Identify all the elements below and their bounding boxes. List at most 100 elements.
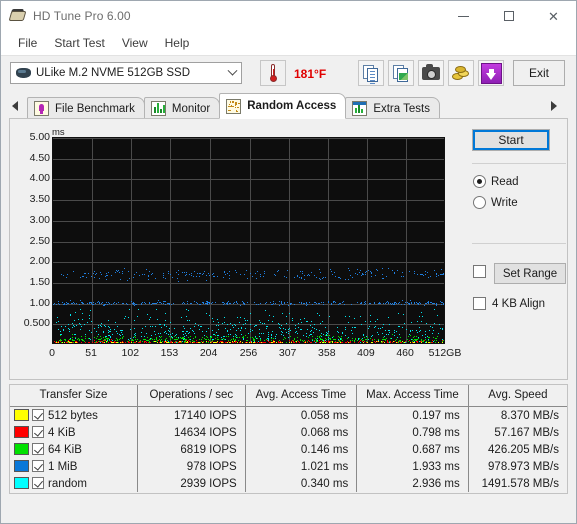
- chart-data-point: [319, 340, 321, 342]
- chart-data-point: [192, 276, 194, 278]
- cell-transfer-size[interactable]: 4 KiB: [10, 424, 137, 441]
- chart-data-point: [331, 341, 333, 343]
- chart-data-point: [163, 276, 165, 278]
- table-row[interactable]: 512 bytes 17140 IOPS 0.058 ms 0.197 ms 8.370…: [10, 406, 567, 425]
- chart-data-point: [442, 343, 443, 344]
- chart-data-point: [92, 272, 94, 274]
- chart-data-point: [229, 270, 231, 272]
- maximize-button[interactable]: [486, 1, 531, 31]
- set-range-checkbox[interactable]: [473, 265, 492, 278]
- tab-scroll-left-button[interactable]: [8, 97, 22, 115]
- temperature-button[interactable]: [260, 60, 286, 86]
- chart-data-point: [348, 343, 349, 344]
- cell-transfer-size[interactable]: random: [10, 475, 137, 492]
- screenshot-button[interactable]: [418, 60, 444, 86]
- tab-extra-tests[interactable]: Extra Tests: [345, 97, 440, 119]
- chart-data-point: [148, 339, 150, 341]
- download-button[interactable]: [478, 60, 504, 86]
- start-button[interactable]: Start: [472, 129, 550, 151]
- set-range-button[interactable]: Set Range: [494, 263, 566, 284]
- minimize-button[interactable]: [441, 1, 486, 31]
- chart-data-point: [217, 338, 219, 340]
- chart-data-point: [283, 302, 285, 304]
- chart-data-point: [283, 275, 285, 277]
- menu-item-file[interactable]: File: [10, 33, 45, 53]
- chart-data-point: [203, 302, 205, 304]
- chart-data-point: [288, 337, 290, 339]
- chart-data-point: [421, 343, 422, 344]
- coins-button[interactable]: [448, 60, 474, 86]
- chart-data-point: [248, 343, 249, 344]
- chart-data-point: [324, 276, 326, 278]
- chart-data-point: [423, 340, 424, 342]
- chart-data-point: [226, 324, 228, 325]
- chart-data-point: [156, 302, 158, 304]
- chart-data-point: [190, 335, 192, 337]
- chart-data-point: [322, 277, 324, 279]
- chart-data-point: [381, 341, 383, 343]
- table-row[interactable]: 1 MiB 978 IOPS 1.021 ms 1.933 ms 978.973 MB/…: [10, 458, 567, 475]
- chart-data-point: [344, 278, 346, 280]
- table-row[interactable]: random 2939 IOPS 0.340 ms 2.936 ms 1491.578 …: [10, 475, 567, 492]
- chart-data-point: [425, 341, 427, 343]
- close-button[interactable]: ✕: [531, 1, 576, 31]
- chart-data-point: [78, 318, 80, 320]
- cell-transfer-size[interactable]: 64 KiB: [10, 441, 137, 458]
- window-title: HD Tune Pro 6.00: [33, 9, 131, 23]
- read-radio[interactable]: Read: [473, 175, 519, 188]
- menu-item-help[interactable]: Help: [157, 33, 198, 53]
- series-checkbox[interactable]: [32, 426, 44, 438]
- align-checkbox[interactable]: 4 KB Align: [473, 297, 545, 310]
- exit-button[interactable]: Exit: [513, 60, 565, 86]
- chart-data-point: [160, 341, 162, 343]
- copy-text-button[interactable]: [358, 60, 384, 86]
- chart-data-point: [171, 336, 173, 338]
- chart-data-point: [142, 274, 144, 276]
- cell-transfer-size[interactable]: 512 bytes: [10, 407, 137, 425]
- copy-image-button[interactable]: [388, 60, 414, 86]
- tab-random-access[interactable]: Random Access: [219, 93, 347, 119]
- chart-data-point: [67, 324, 69, 326]
- tab-file-benchmark[interactable]: File Benchmark: [27, 97, 145, 119]
- chart-data-point: [227, 341, 229, 343]
- chart-data-point: [167, 343, 168, 344]
- chart-data-point: [189, 338, 191, 340]
- cell-transfer-size[interactable]: 1 MiB: [10, 458, 137, 475]
- series-checkbox[interactable]: [32, 460, 44, 472]
- menu-item-view[interactable]: View: [114, 33, 156, 53]
- chart-data-point: [251, 329, 253, 331]
- chart-data-point: [322, 302, 324, 304]
- write-radio[interactable]: Write: [473, 196, 518, 209]
- chart-data-point: [164, 325, 166, 327]
- chart-data-point: [390, 342, 392, 343]
- chart-data-point: [389, 332, 391, 334]
- chart-data-point: [310, 343, 311, 344]
- cell-max-access-time: 2.936 ms: [356, 475, 469, 492]
- chart-data-point: [76, 338, 78, 340]
- chart-data-point: [442, 327, 444, 329]
- chart-data-point: [94, 277, 96, 279]
- chart-data-point: [186, 334, 188, 336]
- menu-item-start-test[interactable]: Start Test: [46, 33, 112, 53]
- chart-data-point: [173, 342, 175, 343]
- chart-data-point: [347, 337, 349, 339]
- chart-data-point: [183, 335, 185, 337]
- series-checkbox[interactable]: [32, 443, 44, 455]
- chart-data-point: [409, 334, 411, 336]
- chart-data-point: [168, 270, 170, 272]
- chart-data-point: [357, 343, 358, 344]
- chart-data-point: [308, 334, 310, 336]
- grid-line: [131, 138, 133, 343]
- table-row[interactable]: 4 KiB 14634 IOPS 0.068 ms 0.798 ms 57.167 MB…: [10, 424, 567, 441]
- tab-scroll-right-button[interactable]: [547, 97, 561, 115]
- chart-data-point: [152, 272, 154, 274]
- chart-data-point: [195, 275, 197, 277]
- tab-monitor[interactable]: Monitor: [143, 97, 221, 119]
- table-row[interactable]: 64 KiB 6819 IOPS 0.146 ms 0.687 ms 426.205 M…: [10, 441, 567, 458]
- series-checkbox[interactable]: [32, 409, 44, 421]
- chart-data-point: [209, 315, 211, 317]
- drive-selector[interactable]: ULike M.2 NVME 512GB SSD: [10, 62, 242, 84]
- series-checkbox[interactable]: [32, 477, 44, 489]
- chart-data-point: [109, 329, 111, 331]
- chart-data-point: [236, 337, 238, 339]
